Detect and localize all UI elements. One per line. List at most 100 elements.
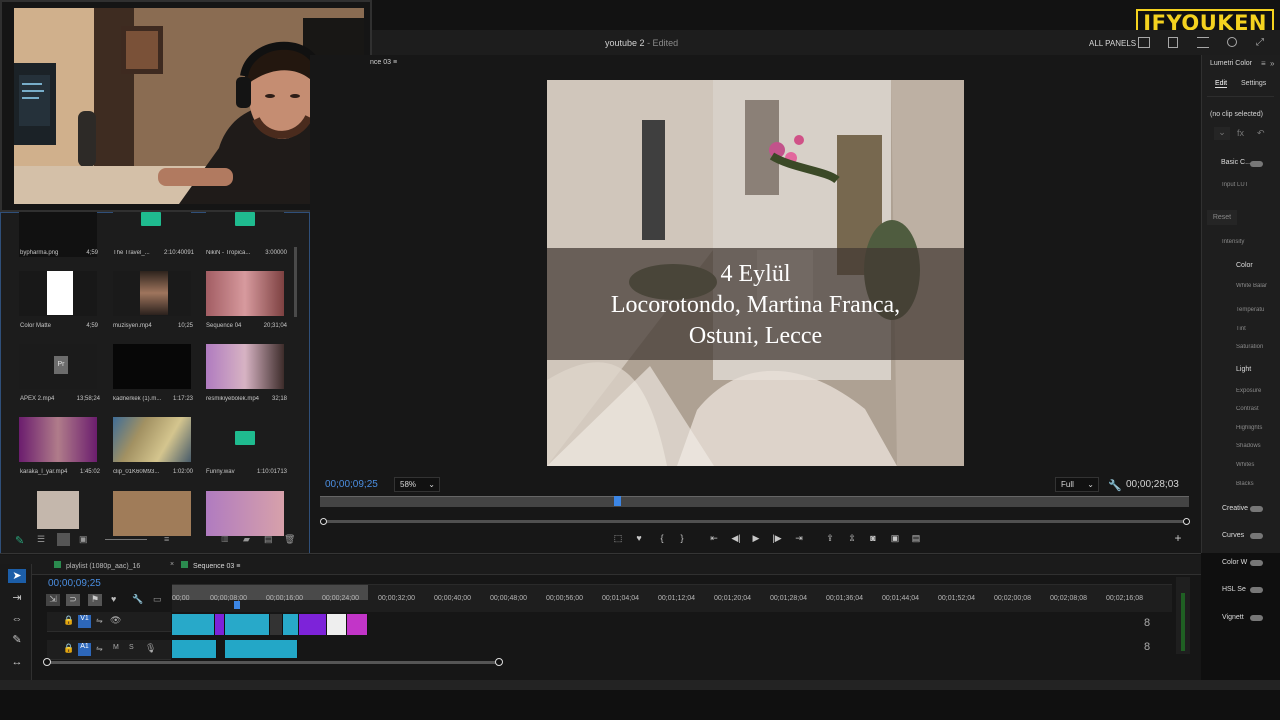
reset-button[interactable]: Reset (1207, 210, 1237, 225)
solo-button[interactable]: S (129, 644, 134, 651)
project-thumbnail-partial-2[interactable] (113, 491, 191, 536)
project-thumbnail-partial-1[interactable] (37, 491, 79, 529)
color-header[interactable]: Color (1236, 262, 1253, 269)
microphone-icon[interactable]: 🎙 (145, 643, 156, 654)
comparison-view-icon[interactable]: ▣ (889, 532, 901, 544)
add-marker-timeline-icon[interactable]: ⚑ (88, 594, 102, 606)
track-scroll-icon[interactable]: 8 (1144, 641, 1150, 653)
video-clip[interactable] (347, 614, 368, 635)
audio-clip[interactable] (172, 640, 217, 658)
project-thumbnail-color-matte[interactable] (19, 271, 97, 316)
search-icon[interactable] (1227, 37, 1237, 47)
timeline-current-time[interactable]: 00;00;09;25 (48, 578, 101, 589)
lumetri-toggle-1[interactable] (1250, 161, 1263, 167)
video-clip[interactable] (299, 614, 327, 635)
program-playhead[interactable] (614, 496, 622, 506)
timeline-playhead[interactable] (234, 601, 240, 609)
video-clip[interactable] (283, 614, 299, 635)
project-thumbnail-muzisyen[interactable] (113, 271, 191, 316)
slip-tool-icon[interactable]: ↔ (8, 655, 26, 669)
ripple-edit-tool-icon[interactable]: ⇔ (8, 612, 26, 626)
video-track-label[interactable]: V1 (78, 615, 91, 628)
project-thumbnail-resmikiyebolek[interactable] (206, 344, 284, 389)
delete-icon[interactable]: 🗑 (284, 534, 295, 545)
project-thumbnail-karaka[interactable] (19, 417, 97, 462)
panel-layout-icon[interactable] (1138, 37, 1150, 48)
light-header[interactable]: Light (1236, 366, 1251, 373)
lumetri-menu-icon[interactable]: ≡ (1261, 59, 1266, 68)
audio-clip[interactable] (225, 640, 298, 658)
vignette-header[interactable]: Vignett (1222, 614, 1244, 621)
hsl-secondary-header[interactable]: HSL Se (1222, 586, 1246, 593)
audio-track-label[interactable]: A1 (78, 643, 91, 656)
fx-icon[interactable]: fx (1237, 128, 1244, 138)
color-wheels-header[interactable]: Color W (1222, 559, 1247, 566)
video-clip[interactable] (172, 614, 215, 635)
lumetri-toggle-3[interactable] (1250, 533, 1263, 539)
menu-icon[interactable] (1197, 37, 1209, 48)
new-item-icon[interactable]: ▤ (264, 534, 273, 545)
go-to-out-icon[interactable]: ⇥ (793, 532, 805, 544)
go-to-in-icon[interactable]: ⇤ (708, 532, 720, 544)
timeline-scroll-end-handle[interactable] (495, 658, 503, 666)
reset-effect-icon[interactable]: ↶ (1257, 128, 1265, 139)
linked-selection-icon[interactable]: ⊃ (66, 594, 80, 606)
sync-lock-icon[interactable]: ⇋ (96, 644, 103, 653)
track-scroll-icon[interactable]: 8 (1144, 617, 1150, 629)
camera-icon[interactable]: ◙ (867, 532, 879, 544)
lift-icon[interactable]: ⇪ (824, 532, 836, 544)
track-select-tool-icon[interactable]: ⇥ (8, 591, 26, 605)
freeform-view-icon[interactable]: ▣ (79, 534, 88, 545)
close-tab-icon[interactable]: × (170, 561, 174, 568)
lumetri-settings-tab[interactable]: Settings (1241, 80, 1266, 87)
zoom-slider[interactable] (105, 539, 147, 540)
all-panels-button[interactable]: ALL PANELS (1089, 39, 1136, 48)
step-forward-icon[interactable]: |▶ (771, 532, 783, 544)
sequence-tab[interactable]: Sequence 03 ≡ (181, 561, 240, 570)
step-back-icon[interactable]: ◀| (730, 532, 742, 544)
timeline-ruler[interactable]: 00;00 00;00;08;00 00;00;16;00 00;00;24;0… (172, 584, 1172, 612)
extract-icon[interactable]: ⇫ (846, 532, 858, 544)
snap-icon[interactable]: ⇲ (46, 594, 60, 606)
program-time-ruler[interactable] (320, 496, 1189, 507)
scrubber-start-handle[interactable] (320, 518, 327, 525)
expand-icon[interactable]: ⤢ (1256, 37, 1266, 48)
add-marker-icon[interactable]: ♥ (633, 532, 645, 544)
video-clip[interactable] (327, 614, 347, 635)
video-clip[interactable] (215, 614, 225, 635)
razor-tool-icon[interactable]: ✎ (8, 633, 26, 647)
project-thumbnail-clip[interactable] (113, 417, 191, 462)
basic-correction-header[interactable]: Basic C... (1221, 159, 1251, 166)
lumetri-toggle-5[interactable] (1250, 587, 1263, 593)
sync-lock-icon[interactable]: ⇋ (96, 616, 103, 625)
lumetri-toggle-2[interactable] (1250, 506, 1263, 512)
lumetri-clip-dropdown-icon[interactable]: ⌄ (1214, 127, 1230, 140)
add-button-icon[interactable]: + (1172, 532, 1184, 544)
captions-icon[interactable]: ▭ (153, 594, 163, 606)
eye-icon[interactable]: 👁 (110, 615, 121, 626)
project-thumbnail-sequence04[interactable] (206, 271, 284, 316)
project-thumbnail-kadnerkek[interactable] (113, 344, 191, 389)
tab-menu-icon[interactable]: ≡ (393, 59, 397, 66)
mute-button[interactable]: M (113, 644, 119, 651)
settings-wrench-icon[interactable]: 🔧 (1108, 479, 1122, 492)
sort-icon[interactable]: ≡ (164, 534, 169, 544)
timeline-wrench-icon[interactable]: 🔧 (132, 594, 143, 606)
zoom-dropdown[interactable]: 58% ⌄ (394, 477, 440, 492)
project-thumbnail-apex[interactable]: Pr (19, 344, 97, 389)
lock-icon[interactable]: 🔒 (63, 615, 74, 626)
video-clip[interactable] (225, 614, 270, 635)
panel-chevron-icon[interactable]: » (1270, 59, 1274, 68)
lock-icon[interactable]: 🔒 (63, 643, 74, 654)
quality-dropdown[interactable]: Full ⌄ (1055, 477, 1099, 492)
lumetri-edit-tab[interactable]: Edit (1215, 80, 1228, 88)
selection-tool-icon[interactable]: ➤ (8, 569, 26, 583)
lumetri-toggle-4[interactable] (1250, 560, 1263, 566)
program-scrubber[interactable] (322, 520, 1188, 523)
playlist-tab[interactable]: playlist (1080p_aac)_16 (54, 561, 140, 570)
video-clip[interactable] (270, 614, 283, 635)
export-frame-icon[interactable]: ⬚ (612, 532, 624, 544)
timeline-scrollbar[interactable] (47, 661, 499, 664)
program-sequence-tab[interactable]: nce 03 ≡ (370, 59, 397, 66)
scrubber-end-handle[interactable] (1183, 518, 1190, 525)
